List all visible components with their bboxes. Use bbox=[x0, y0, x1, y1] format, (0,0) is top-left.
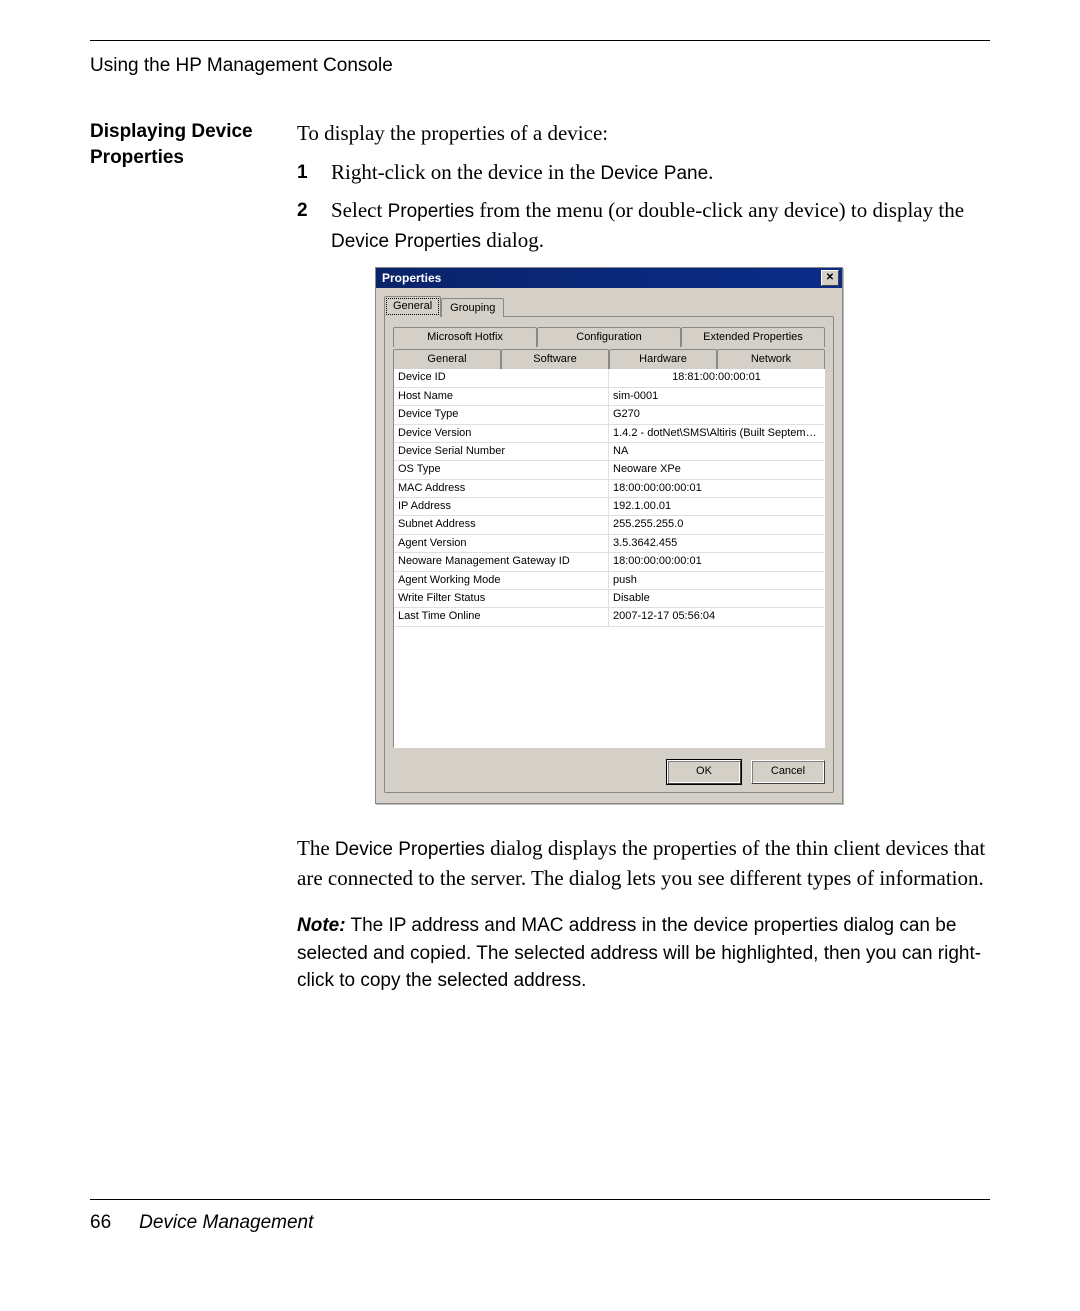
prop-val[interactable]: sim-0001 bbox=[609, 388, 824, 405]
prop-val[interactable]: 18:00:00:00:00:01 bbox=[609, 553, 824, 570]
tab-extended-properties[interactable]: Extended Properties bbox=[681, 327, 825, 347]
prop-key: Device ID bbox=[394, 369, 609, 386]
ui-ref-device-pane: Device Pane bbox=[600, 163, 708, 184]
prop-key: OS Type bbox=[394, 461, 609, 478]
prop-key: MAC Address bbox=[394, 480, 609, 497]
prop-val[interactable]: Disable bbox=[609, 590, 824, 607]
prop-val[interactable]: G270 bbox=[609, 406, 824, 423]
footer-section: Device Management bbox=[139, 1212, 313, 1234]
running-header: Using the HP Management Console bbox=[90, 55, 990, 77]
page-footer: 66 Device Management bbox=[90, 1199, 990, 1234]
note-paragraph: Note: The IP address and MAC address in … bbox=[297, 912, 990, 995]
ok-button[interactable]: OK bbox=[667, 760, 741, 784]
prop-row: Device Serial NumberNA bbox=[394, 443, 824, 461]
outer-tab-pane: Microsoft Hotfix Configuration Extended … bbox=[384, 316, 834, 794]
prop-row: Last Time Online2007-12-17 05:56:04 bbox=[394, 608, 824, 626]
tab-microsoft-hotfix[interactable]: Microsoft Hotfix bbox=[393, 327, 537, 347]
tab-software[interactable]: Software bbox=[501, 349, 609, 369]
prop-row: Subnet Address255.255.255.0 bbox=[394, 516, 824, 534]
prop-key: Last Time Online bbox=[394, 608, 609, 625]
prop-key: Device Version bbox=[394, 425, 609, 442]
prop-row: OS TypeNeoware XPe bbox=[394, 461, 824, 479]
prop-row: Device ID18:81:00:00:00:01 bbox=[394, 369, 824, 387]
prop-row: Host Namesim-0001 bbox=[394, 388, 824, 406]
prop-row: Write Filter StatusDisable bbox=[394, 590, 824, 608]
screenshot: Properties ✕ General Grouping Microsoft … bbox=[375, 267, 990, 804]
step-number: 2 bbox=[297, 196, 331, 255]
step-number: 1 bbox=[297, 158, 331, 188]
prop-val[interactable]: push bbox=[609, 572, 824, 589]
prop-val[interactable]: 18:81:00:00:00:01 bbox=[609, 369, 824, 386]
page-number: 66 bbox=[90, 1212, 111, 1234]
prop-key: Subnet Address bbox=[394, 516, 609, 533]
prop-row: Neoware Management Gateway ID18:00:00:00… bbox=[394, 553, 824, 571]
dialog-buttons: OK Cancel bbox=[393, 760, 825, 784]
inner-tab-row: Microsoft Hotfix Configuration Extended … bbox=[393, 325, 825, 370]
post-screenshot-paragraph: The Device Properties dialog displays th… bbox=[297, 834, 990, 893]
tab-hardware[interactable]: Hardware bbox=[609, 349, 717, 369]
tab-configuration[interactable]: Configuration bbox=[537, 327, 681, 347]
tab-general-inner[interactable]: General bbox=[393, 349, 501, 369]
prop-key: Host Name bbox=[394, 388, 609, 405]
prop-val[interactable]: 1.4.2 - dotNet\SMS\Altiris (Built Septem… bbox=[609, 425, 824, 442]
prop-key: Agent Working Mode bbox=[394, 572, 609, 589]
side-heading: Displaying Device Properties bbox=[90, 119, 297, 170]
prop-row: Agent Working Modepush bbox=[394, 572, 824, 590]
property-list: Device ID18:81:00:00:00:01 Host Namesim-… bbox=[393, 368, 825, 748]
ui-ref-device-properties: Device Properties bbox=[331, 231, 481, 252]
note-label: Note: bbox=[297, 915, 346, 936]
step-text: Select bbox=[331, 198, 388, 222]
prop-row: Agent Version3.5.3642.455 bbox=[394, 535, 824, 553]
prop-key: Agent Version bbox=[394, 535, 609, 552]
prop-row: Device Version1.4.2 - dotNet\SMS\Altiris… bbox=[394, 425, 824, 443]
prop-key: IP Address bbox=[394, 498, 609, 515]
prop-val[interactable]: 2007-12-17 05:56:04 bbox=[609, 608, 824, 625]
prop-val[interactable]: 3.5.3642.455 bbox=[609, 535, 824, 552]
body-column: To display the properties of a device: 1… bbox=[297, 119, 990, 1014]
step-text: Right-click on the device in the bbox=[331, 160, 600, 184]
tab-general-outer[interactable]: General bbox=[384, 296, 441, 316]
prop-key: Device Type bbox=[394, 406, 609, 423]
prop-val[interactable]: 192.1.00.01 bbox=[609, 498, 824, 515]
step-1: 1 Right-click on the device in the Devic… bbox=[297, 158, 990, 188]
step-2: 2 Select Properties from the menu (or do… bbox=[297, 196, 990, 255]
prop-row: Device TypeG270 bbox=[394, 406, 824, 424]
document-page: Using the HP Management Console Displayi… bbox=[0, 0, 1080, 1234]
cancel-button[interactable]: Cancel bbox=[751, 760, 825, 784]
dialog-titlebar[interactable]: Properties ✕ bbox=[376, 268, 842, 288]
close-icon[interactable]: ✕ bbox=[821, 270, 839, 286]
prop-key: Neoware Management Gateway ID bbox=[394, 553, 609, 570]
prop-row: MAC Address18:00:00:00:00:01 bbox=[394, 480, 824, 498]
dialog-title: Properties bbox=[382, 270, 441, 287]
step-text: dialog. bbox=[481, 228, 544, 252]
prop-val[interactable]: NA bbox=[609, 443, 824, 460]
ui-ref-properties: Properties bbox=[388, 201, 475, 222]
prop-val[interactable]: Neoware XPe bbox=[609, 461, 824, 478]
tab-network[interactable]: Network bbox=[717, 349, 825, 369]
outer-tab-row: General Grouping bbox=[384, 296, 834, 316]
properties-dialog: Properties ✕ General Grouping Microsoft … bbox=[375, 267, 843, 804]
header-rule bbox=[90, 40, 990, 41]
ui-ref-device-properties: Device Properties bbox=[335, 839, 485, 860]
prop-key: Write Filter Status bbox=[394, 590, 609, 607]
prop-val[interactable]: 255.255.255.0 bbox=[609, 516, 824, 533]
step-text: . bbox=[708, 160, 713, 184]
step-text: from the menu (or double-click any devic… bbox=[474, 198, 964, 222]
prop-row: IP Address192.1.00.01 bbox=[394, 498, 824, 516]
prop-val[interactable]: 18:00:00:00:00:01 bbox=[609, 480, 824, 497]
intro-text: To display the properties of a device: bbox=[297, 119, 990, 148]
note-text: The IP address and MAC address in the de… bbox=[297, 915, 981, 991]
prop-key: Device Serial Number bbox=[394, 443, 609, 460]
tab-grouping-outer[interactable]: Grouping bbox=[441, 298, 504, 316]
